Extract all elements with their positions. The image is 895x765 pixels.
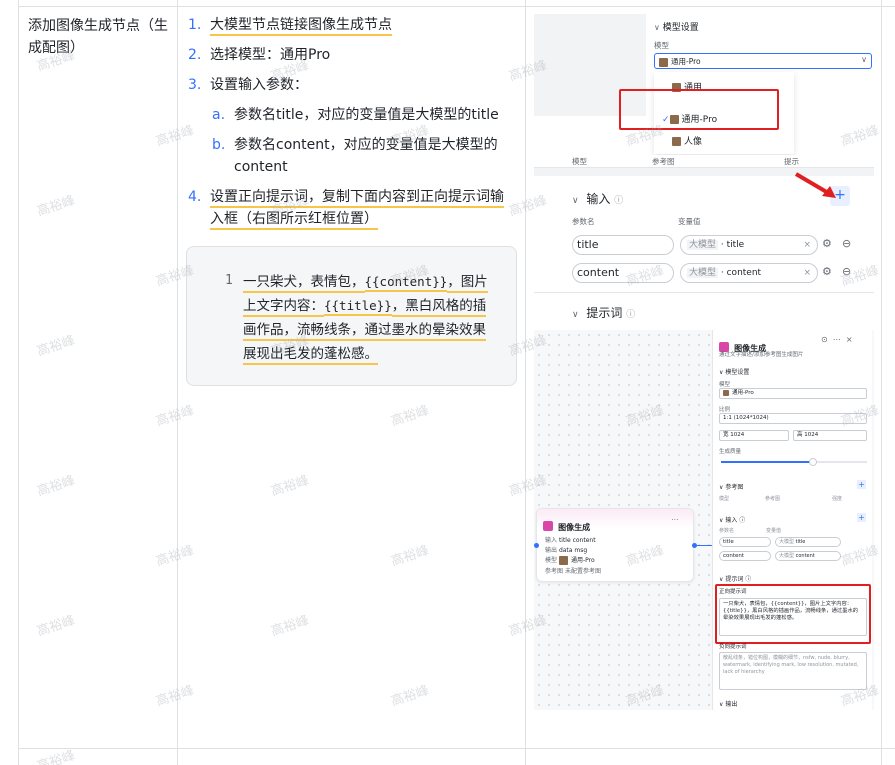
image-gen-icon — [543, 520, 553, 531]
gear-icon[interactable]: ⚙ — [822, 237, 832, 250]
table-row-bottom — [18, 748, 895, 749]
step-3a: a. 参数名title，对应的变量值是大模型的title — [212, 107, 499, 123]
chevron-down-icon: ∨ — [654, 23, 660, 32]
close-icon[interactable]: × — [846, 335, 853, 344]
model-select[interactable]: 通用-Pro ∨ — [654, 53, 872, 69]
watermark: 高裕峰 — [389, 683, 431, 710]
info-icon: ⓘ — [614, 196, 624, 206]
remove-icon[interactable]: ⊖ — [842, 237, 851, 250]
height-input[interactable]: 高 1024 — [793, 430, 867, 441]
add-param-button[interactable]: + — [857, 513, 866, 522]
edge-handle[interactable] — [692, 543, 697, 548]
slider-handle[interactable] — [808, 458, 817, 466]
table-divider-1 — [177, 0, 178, 765]
chevron-down-icon: ∨ — [572, 196, 579, 206]
gear-icon[interactable]: ⚙ — [822, 265, 832, 278]
table-border-right — [881, 0, 882, 765]
param-name-input[interactable]: title — [572, 235, 674, 255]
step-3b: b. 参数名content，对应的变量值是大模型的content — [212, 137, 498, 175]
code-line-number: 1 — [225, 273, 233, 288]
code-block[interactable]: 1 一只柴犬，表情包，{{content}}，图片上文字内容：{{title}}… — [186, 246, 517, 386]
watermark: 高裕峰 — [35, 333, 77, 360]
edge — [694, 545, 714, 546]
highlight-box — [715, 584, 871, 644]
param-value-select[interactable]: 大模型 · title × — [680, 235, 818, 255]
watermark: 高裕峰 — [154, 403, 196, 430]
arrow-icon — [794, 172, 836, 198]
step-3: 3. 设置输入参数： — [188, 77, 308, 93]
width-input[interactable]: 宽 1024 — [719, 430, 789, 441]
chevron-down-icon: ∨ — [861, 55, 867, 64]
clear-icon[interactable]: × — [803, 236, 811, 254]
watermark: 高裕峰 — [269, 613, 311, 640]
screenshot-model-select: ∨ 模型设置 模型 通用-Pro ∨ 通用 ✓ 通用-Pro 人像 — [534, 10, 874, 155]
watermark: 高裕峰 — [154, 683, 196, 710]
param-name-input[interactable]: content — [572, 263, 674, 283]
step-4: 4. 设置正向提示词，复制下面内容到正向提示词输入框（右图所示红框位置） — [186, 186, 511, 230]
ratio-select[interactable]: 1:1 (1024*1024) — [719, 413, 867, 424]
screenshot-workflow-canvas: 图像生成 ⋯ 输入 title content 输出 data msg 模型 通… — [534, 330, 874, 710]
watermark: 高裕峰 — [389, 543, 431, 570]
info-icon: ⓘ — [626, 310, 636, 318]
watermark: 高裕峰 — [35, 613, 77, 640]
watermark: 高裕峰 — [35, 473, 77, 500]
quality-slider[interactable] — [721, 458, 867, 466]
watermark: 高裕峰 — [389, 403, 431, 430]
table-row-top — [18, 6, 895, 7]
prompt-section-header[interactable]: ∨ 提示词 ⓘ — [572, 304, 635, 318]
more-icon[interactable]: ⋯ — [833, 335, 841, 344]
model-section-header: ∨ 模型设置 — [654, 23, 699, 33]
code-text: 一只柴犬，表情包，{{content}}，图片上文字内容：{{title}}，黑… — [243, 270, 498, 366]
param-value-select[interactable]: 大模型 · content × — [680, 263, 818, 283]
screenshot-input-params: 模型 参考图 提示 ∨ 输入 ⓘ + 参数名 变量值 title 大模型 · t… — [534, 156, 874, 318]
play-icon[interactable]: ⊙ — [821, 335, 828, 344]
watermark: 高裕峰 — [269, 473, 311, 500]
more-icon[interactable]: ⋯ — [671, 515, 679, 524]
image-gen-node[interactable]: 图像生成 ⋯ 输入 title content 输出 data msg 模型 通… — [536, 508, 694, 582]
watermark: 高裕峰 — [154, 543, 196, 570]
chevron-down-icon: ∨ — [572, 310, 579, 318]
remove-icon[interactable]: ⊖ — [842, 265, 851, 278]
properties-panel: 图像生成 ⊙ ⋯ × 通过文字描述/添加参考图生成图片 ∨ 模型设置 模型 通用… — [712, 330, 872, 710]
add-ref-button[interactable]: + — [857, 480, 866, 489]
step-2: 2. 选择模型：通用Pro — [188, 47, 331, 63]
edge-handle[interactable] — [534, 543, 539, 548]
highlight-box — [619, 89, 779, 130]
step-1: 1. 大模型节点链接图像生成节点 — [186, 14, 511, 36]
row-title: 添加图像生成节点（生成配图） — [28, 18, 168, 56]
negative-prompt-input[interactable]: 散乱线条，错位构图，模糊的细节，nsfw, nude, blurry, wate… — [719, 652, 867, 690]
watermark: 高裕峰 — [35, 193, 77, 220]
model-label: 模型 — [654, 41, 669, 50]
table-border-left — [18, 0, 19, 765]
option-portrait[interactable]: 人像 — [672, 134, 702, 147]
input-section-header[interactable]: ∨ 输入 ⓘ — [572, 190, 623, 207]
model-icon — [659, 57, 668, 67]
step-list: 1. 大模型节点链接图像生成节点 2. 选择模型：通用Pro 3. 设置输入参数… — [186, 14, 511, 230]
table-divider-2 — [525, 0, 526, 765]
tabs-row: 模型 参考图 提示 — [534, 156, 874, 168]
clear-icon[interactable]: × — [803, 264, 811, 282]
model-select[interactable]: 通用-Pro — [719, 388, 867, 399]
